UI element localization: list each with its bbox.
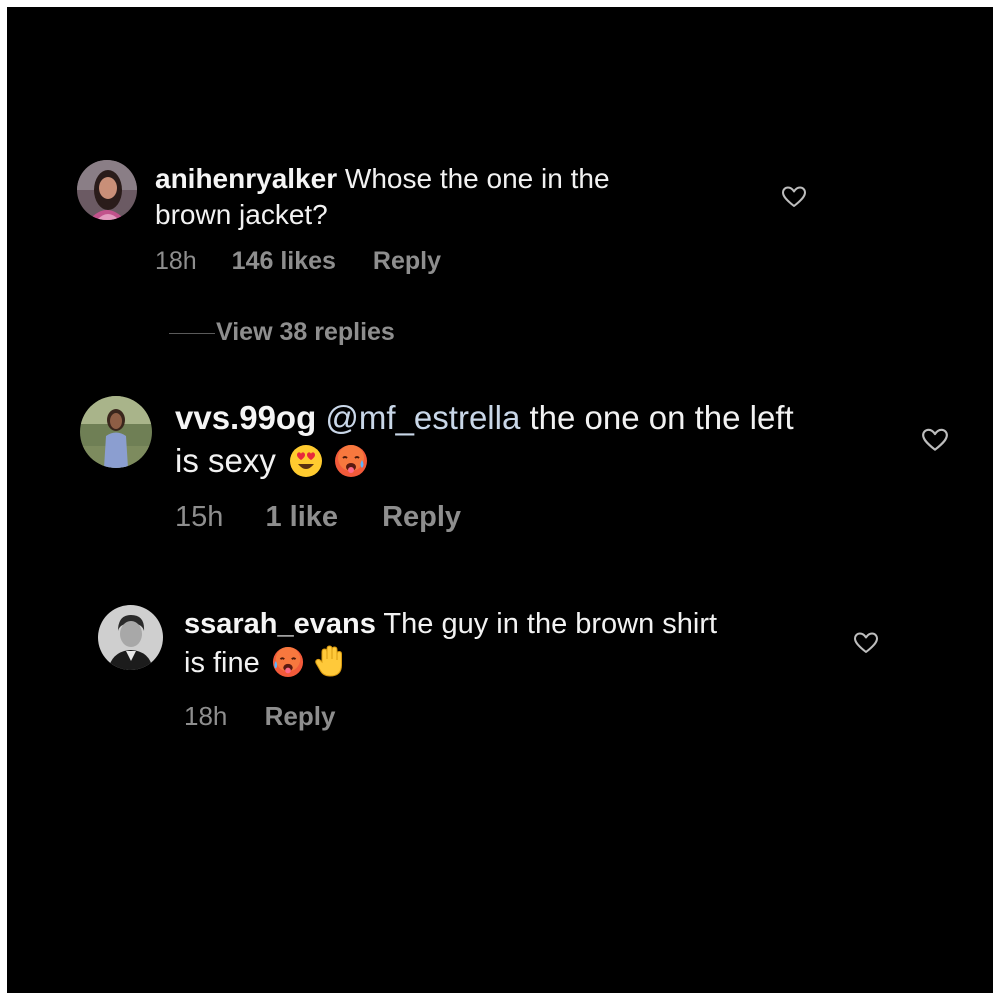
comment-text: ssarah_evans The guy in the brown shirt … xyxy=(184,606,824,682)
comment-meta: 18h 146 likes Reply xyxy=(155,247,441,276)
hot-face-emoji xyxy=(272,646,304,678)
username[interactable]: ssarah_evans xyxy=(184,608,376,640)
raised-hand-emoji xyxy=(314,644,346,678)
comment-body-line1: Whose the one in the xyxy=(344,163,610,194)
view-replies-button[interactable]: View 38 replies xyxy=(216,318,395,347)
comment-body-line1: The guy in the brown shirt xyxy=(383,608,718,640)
comment-body-line2: is fine xyxy=(184,646,260,679)
heart-outline-icon[interactable] xyxy=(853,631,879,655)
username[interactable]: anihenryalker xyxy=(155,163,337,194)
heart-outline-icon[interactable] xyxy=(921,427,949,453)
likes-count[interactable]: 1 like xyxy=(265,501,338,534)
comments-screen: anihenryalker Whose the one in the brown… xyxy=(7,7,993,993)
comment-body-line2: is sexy xyxy=(175,441,276,479)
mention-link[interactable]: @mf_estrella xyxy=(325,399,520,436)
view-replies-divider xyxy=(169,333,215,334)
comment-body-line2: brown jacket? xyxy=(155,199,328,231)
avatar-ssarah-evans[interactable] xyxy=(98,605,163,670)
comment-body-line1: the one on the left xyxy=(529,399,794,436)
likes-count[interactable]: 146 likes xyxy=(232,247,336,276)
username[interactable]: vvs.99og xyxy=(175,399,316,436)
reply-button[interactable]: Reply xyxy=(373,247,441,276)
avatar-anihenryalker[interactable] xyxy=(77,160,137,220)
reply-button[interactable]: Reply xyxy=(265,701,336,732)
heart-outline-icon[interactable] xyxy=(781,185,807,209)
heart-eyes-emoji xyxy=(289,444,323,478)
avatar-vvs-99og[interactable] xyxy=(80,396,152,468)
reply-button[interactable]: Reply xyxy=(382,501,461,534)
timestamp: 15h xyxy=(175,501,224,533)
comment-meta: 18h Reply xyxy=(184,701,335,732)
timestamp: 18h xyxy=(155,247,197,275)
timestamp: 18h xyxy=(184,701,228,731)
comment-text: vvs.99og @mf_estrella the one on the lef… xyxy=(175,397,915,483)
comment-meta: 15h 1 like Reply xyxy=(175,501,461,534)
hot-face-emoji xyxy=(334,444,368,478)
comment-text: anihenryalker Whose the one in the brown… xyxy=(155,161,715,234)
